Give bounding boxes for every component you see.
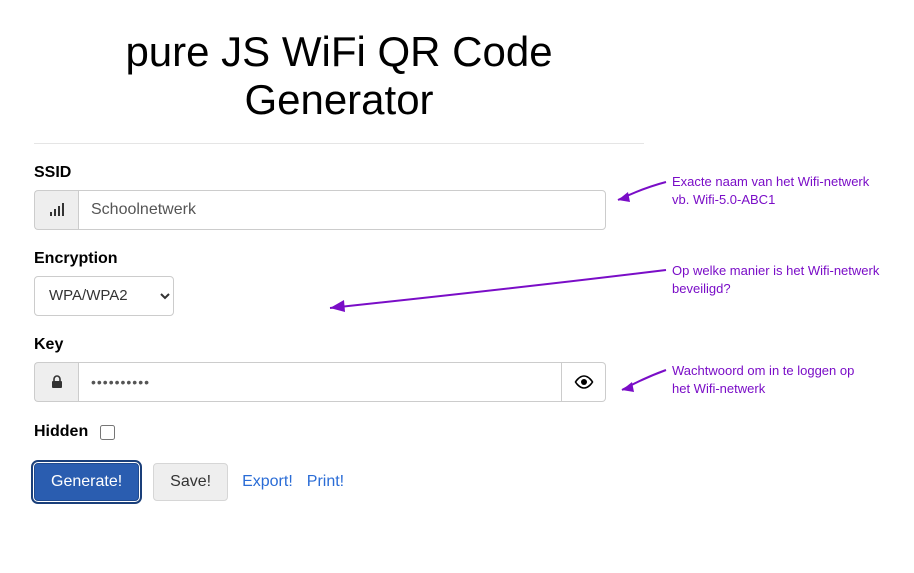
eye-icon[interactable] <box>562 362 606 402</box>
divider <box>34 143 644 144</box>
print-link[interactable]: Print! <box>307 473 344 491</box>
key-group: •••••••••• <box>34 362 606 402</box>
page-title: pure JS WiFi QR Code Generator <box>34 28 644 125</box>
hidden-checkbox[interactable] <box>100 425 115 440</box>
form-container: pure JS WiFi QR Code Generator SSID Encr… <box>34 0 644 501</box>
annotation-encryption: Op welke manier is het Wifi-netwerk beve… <box>672 262 879 297</box>
lock-icon <box>34 362 78 402</box>
generate-button[interactable]: Generate! <box>34 463 139 501</box>
ssid-group <box>34 190 606 230</box>
encryption-label: Encryption <box>34 250 644 268</box>
annotation-ssid: Exacte naam van het Wifi-netwerk vb. Wif… <box>672 173 869 208</box>
key-label: Key <box>34 336 644 354</box>
export-link[interactable]: Export! <box>242 473 293 491</box>
button-row: Generate! Save! Export! Print! <box>34 463 644 501</box>
signal-icon <box>34 190 78 230</box>
annotation-key: Wachtwoord om in te loggen op het Wifi-n… <box>672 362 854 397</box>
hidden-label: Hidden <box>34 423 88 441</box>
ssid-label: SSID <box>34 164 644 182</box>
hidden-row: Hidden <box>34 422 644 443</box>
save-button[interactable]: Save! <box>153 463 228 501</box>
key-masked-value: •••••••••• <box>91 374 150 390</box>
encryption-select[interactable]: WPA/WPA2 <box>34 276 174 316</box>
key-input[interactable]: •••••••••• <box>78 362 562 402</box>
ssid-input[interactable] <box>78 190 606 230</box>
